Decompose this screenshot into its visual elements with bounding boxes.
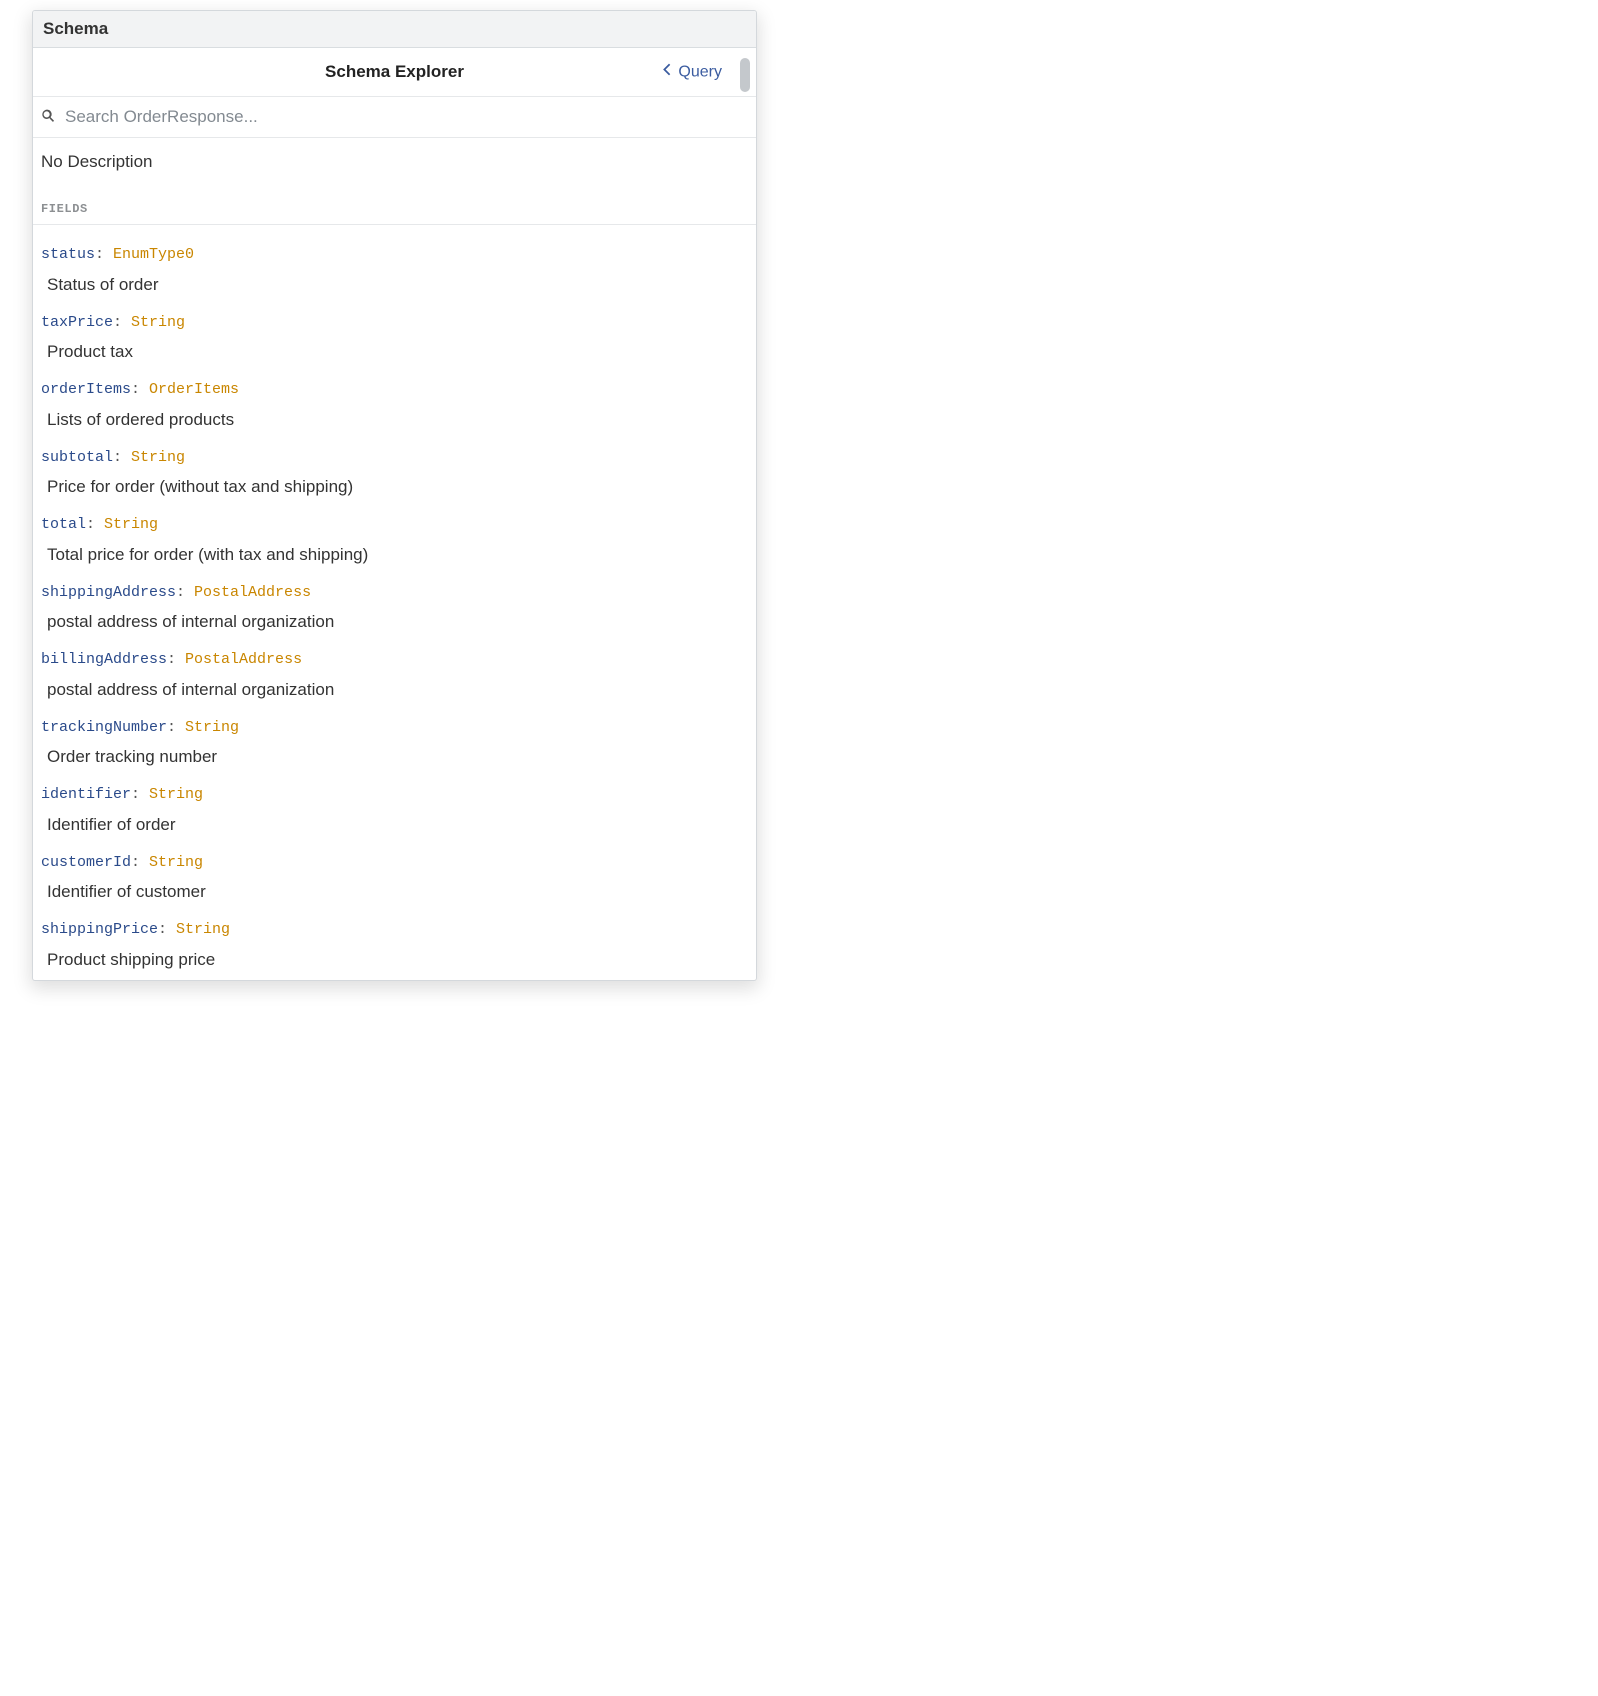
- field-type[interactable]: String: [176, 921, 230, 938]
- chevron-left-icon: [662, 63, 672, 82]
- field-colon: :: [113, 314, 131, 331]
- field-name[interactable]: shippingPrice: [41, 921, 158, 938]
- fields-section-label: FIELDS: [33, 178, 756, 225]
- field-description: Identifier of customer: [41, 882, 748, 902]
- field-description: postal address of internal organization: [41, 612, 748, 632]
- explorer-header: Schema Explorer Query: [33, 48, 756, 97]
- field-colon: :: [167, 651, 185, 668]
- field-type[interactable]: PostalAddress: [185, 651, 302, 668]
- field-type[interactable]: EnumType0: [113, 246, 194, 263]
- search-row: [33, 97, 756, 138]
- field-description: Price for order (without tax and shippin…: [41, 477, 748, 497]
- back-link-label: Query: [678, 63, 722, 81]
- panel-title: Schema: [33, 11, 756, 48]
- field-row: customerId: String Identifier of customer: [41, 841, 748, 909]
- field-name[interactable]: status: [41, 246, 95, 263]
- field-signature: status: EnumType0: [41, 245, 748, 265]
- schema-panel: Schema Schema Explorer Query No Descript…: [32, 10, 757, 981]
- field-name[interactable]: subtotal: [41, 449, 113, 466]
- field-type[interactable]: OrderItems: [149, 381, 239, 398]
- field-colon: :: [158, 921, 176, 938]
- field-row: taxPrice: String Product tax: [41, 301, 748, 369]
- field-signature: shippingPrice: String: [41, 920, 748, 940]
- field-colon: :: [131, 381, 149, 398]
- field-description: Product tax: [41, 342, 748, 362]
- field-row: identifier: String Identifier of order: [41, 773, 748, 841]
- back-query-link[interactable]: Query: [662, 63, 722, 82]
- field-description: Lists of ordered products: [41, 410, 748, 430]
- field-type[interactable]: String: [149, 854, 203, 871]
- field-row: shippingAddress: PostalAddress postal add…: [41, 571, 748, 639]
- field-colon: :: [131, 786, 149, 803]
- field-description: Product shipping price: [41, 950, 748, 970]
- field-row: trackingNumber: String Order tracking num…: [41, 706, 748, 774]
- field-type[interactable]: String: [131, 314, 185, 331]
- field-type[interactable]: String: [104, 516, 158, 533]
- field-colon: :: [95, 246, 113, 263]
- field-signature: subtotal: String: [41, 448, 748, 468]
- field-colon: :: [167, 719, 185, 736]
- field-signature: identifier: String: [41, 785, 748, 805]
- field-colon: :: [113, 449, 131, 466]
- field-type[interactable]: String: [149, 786, 203, 803]
- field-signature: customerId: String: [41, 853, 748, 873]
- field-row: subtotal: String Price for order (without…: [41, 436, 748, 504]
- field-name[interactable]: trackingNumber: [41, 719, 167, 736]
- field-colon: :: [176, 584, 194, 601]
- field-row: billingAddress: PostalAddress postal addr…: [41, 638, 748, 706]
- field-description: postal address of internal organization: [41, 680, 748, 700]
- field-signature: taxPrice: String: [41, 313, 748, 333]
- explorer-title: Schema Explorer: [325, 62, 464, 82]
- search-input[interactable]: [65, 107, 748, 127]
- field-description: Identifier of order: [41, 815, 748, 835]
- field-signature: shippingAddress: PostalAddress: [41, 583, 748, 603]
- field-row: status: EnumType0 Status of order: [41, 233, 748, 301]
- field-description: Order tracking number: [41, 747, 748, 767]
- field-signature: billingAddress: PostalAddress: [41, 650, 748, 670]
- field-signature: trackingNumber: String: [41, 718, 748, 738]
- type-description: No Description: [33, 138, 756, 178]
- field-name[interactable]: total: [41, 516, 86, 533]
- field-type[interactable]: String: [185, 719, 239, 736]
- field-name[interactable]: orderItems: [41, 381, 131, 398]
- field-name[interactable]: shippingAddress: [41, 584, 176, 601]
- field-description: Status of order: [41, 275, 748, 295]
- field-colon: :: [131, 854, 149, 871]
- field-row: orderItems: OrderItems Lists of ordered p…: [41, 368, 748, 436]
- field-name[interactable]: billingAddress: [41, 651, 167, 668]
- field-name[interactable]: taxPrice: [41, 314, 113, 331]
- field-description: Total price for order (with tax and ship…: [41, 545, 748, 565]
- field-signature: orderItems: OrderItems: [41, 380, 748, 400]
- field-type[interactable]: String: [131, 449, 185, 466]
- field-row: shippingPrice: String Product shipping pr…: [41, 908, 748, 976]
- field-name[interactable]: customerId: [41, 854, 131, 871]
- field-signature: total: String: [41, 515, 748, 535]
- search-icon: [41, 108, 57, 127]
- field-type[interactable]: PostalAddress: [194, 584, 311, 601]
- field-row: total: String Total price for order (with…: [41, 503, 748, 571]
- field-colon: :: [86, 516, 104, 533]
- fields-list: status: EnumType0 Status of order taxPrice…: [33, 225, 756, 980]
- scrollbar-thumb[interactable]: [740, 58, 750, 92]
- field-name[interactable]: identifier: [41, 786, 131, 803]
